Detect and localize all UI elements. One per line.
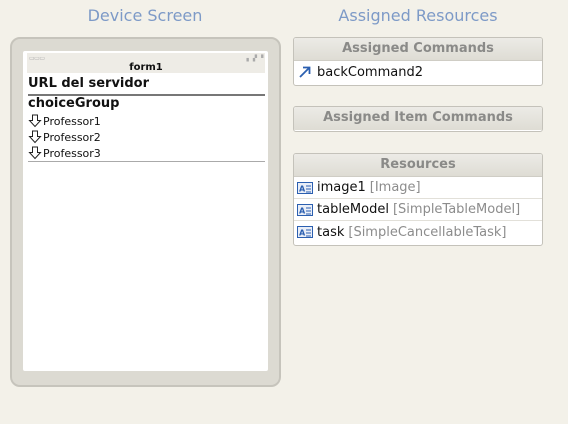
down-arrow-icon	[28, 146, 42, 160]
choice-item[interactable]: Professor2	[28, 129, 101, 145]
choice-item[interactable]: Professor3	[28, 145, 101, 161]
resource-type: [Image]	[369, 180, 421, 195]
assigned-commands-header[interactable]: Assigned Commands	[294, 38, 542, 61]
choice-item-label: Professor3	[43, 146, 101, 160]
resources-panel: Resources A image1 [Image] A tableModel …	[293, 153, 543, 246]
svg-text:A: A	[299, 206, 306, 215]
resource-icon: A	[297, 181, 313, 194]
down-arrow-icon	[28, 130, 42, 144]
choice-item[interactable]: Professor1	[28, 113, 101, 129]
resource-type: [SimpleCancellableTask]	[348, 224, 507, 240]
device-screen[interactable]: ▭▭▭ ▖▗▘▝ form1 URL del servidor choiceGr…	[23, 51, 268, 371]
resource-icon: A	[297, 203, 313, 216]
assigned-item-commands-panel: Assigned Item Commands	[293, 106, 543, 132]
choice-item-label: Professor2	[43, 130, 101, 144]
resource-row[interactable]: A task [SimpleCancellableTask]	[294, 221, 542, 243]
choice-group-label[interactable]: choiceGroup	[28, 96, 119, 111]
command-arrow-icon	[299, 66, 311, 78]
signal-icon: ▖▗▘▝	[246, 55, 264, 62]
assigned-commands-panel: Assigned Commands backCommand2	[293, 37, 543, 86]
resource-row[interactable]: A tableModel [SimpleTableModel]	[294, 199, 542, 221]
resource-name: task	[317, 224, 345, 240]
choice-group-list: Professor1 Professor2 Professor3	[28, 113, 101, 161]
down-arrow-icon	[28, 114, 42, 128]
device-screen-heading: Device Screen	[87, 6, 203, 25]
resource-icon: A	[297, 226, 313, 238]
device-frame: ▭▭▭ ▖▗▘▝ form1 URL del servidor choiceGr…	[10, 37, 281, 387]
command-name: backCommand2	[317, 64, 423, 80]
separator	[28, 161, 265, 162]
choice-item-label: Professor1	[43, 114, 101, 128]
resource-name: tableModel	[317, 202, 389, 217]
battery-icon: ▭▭▭	[29, 55, 45, 62]
command-row[interactable]: backCommand2	[294, 61, 542, 83]
status-bar: ▭▭▭ ▖▗▘▝ form1	[27, 53, 265, 73]
resource-type: [SimpleTableModel]	[392, 202, 521, 217]
resources-header[interactable]: Resources	[294, 154, 542, 177]
svg-text:A: A	[299, 229, 306, 238]
form-title[interactable]: form1	[27, 62, 265, 73]
assigned-resources-heading: Assigned Resources	[338, 6, 498, 25]
svg-text:A: A	[299, 184, 306, 193]
resource-row[interactable]: A image1 [Image]	[294, 177, 542, 199]
assigned-item-commands-header[interactable]: Assigned Item Commands	[294, 107, 542, 130]
url-label[interactable]: URL del servidor	[28, 76, 149, 91]
resource-name: image1	[317, 180, 366, 195]
